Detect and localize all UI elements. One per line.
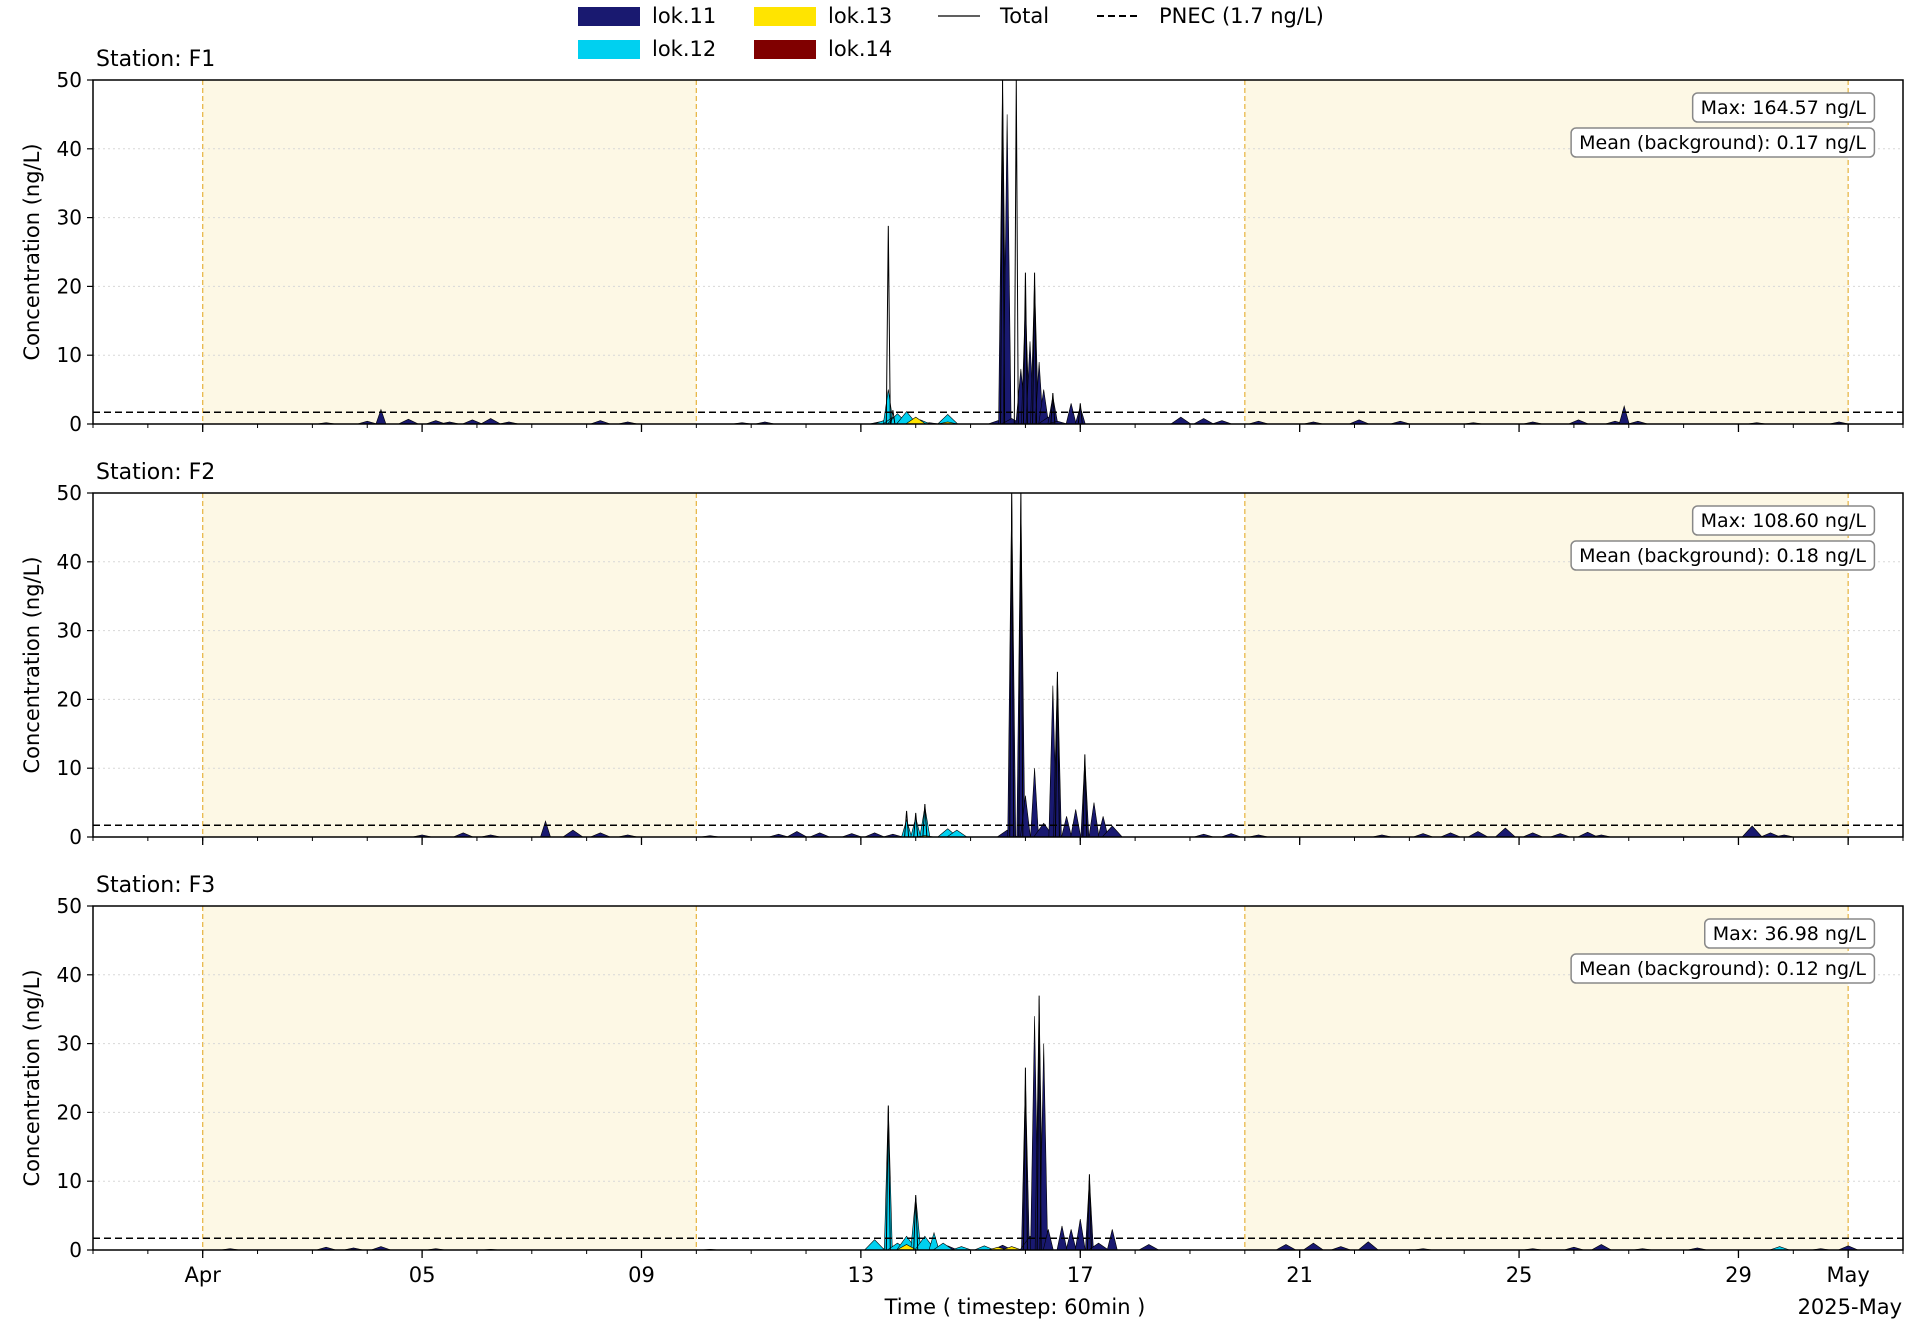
legend-item-lok14: lok.14 [754,37,892,61]
data-point-lok12 [864,1239,886,1250]
annotation-text: Mean (background): 0.18 ng/L [1579,545,1866,567]
legend-swatch [754,40,816,59]
legend-item-total: Total [938,4,1049,28]
legend-label: Total [999,4,1049,28]
panel-title: Station: F3 [96,873,215,898]
y-tick-label: 10 [57,343,82,367]
panel-title: Station: F2 [96,460,215,485]
data-point-lok11 [1065,1229,1077,1250]
x-offset-label: 2025-May [1798,1295,1902,1319]
legend-item-pnec: PNEC (1.7 ng/L) [1097,4,1324,28]
data-point-lok11 [1170,416,1192,424]
data-point-lok11 [1070,809,1082,837]
legend-label: lok.12 [652,37,716,61]
legend-swatch [578,40,640,59]
data-point-lok11 [1088,802,1100,837]
max-annotation: Max: 108.60 ng/L [1691,505,1876,536]
legend-label: lok.14 [828,37,892,61]
y-tick-label: 0 [69,825,82,849]
x-tick-label: 13 [848,1263,875,1287]
panel-title: Station: F1 [96,47,215,72]
y-tick-label: 40 [57,137,82,161]
y-tick-label: 20 [57,274,82,298]
y-tick-label: 10 [57,756,82,780]
x-tick-label: Apr [185,1263,222,1287]
legend-item-lok11: lok.11 [578,4,716,28]
data-point-lok11 [1065,403,1077,424]
y-tick-label: 0 [69,412,82,436]
y-tick-label: 40 [57,963,82,987]
data-point-lok11 [1074,1218,1086,1250]
y-tick-label: 30 [57,206,82,230]
legend-label: lok.13 [828,4,892,28]
y-tick-label: 10 [57,1169,82,1193]
chart-figure: lok.11 lok.12 lok.13 lok.14 Total PNEC (1.7 n… [20,4,1904,1319]
y-tick-label: 50 [57,894,82,918]
max-annotation: Max: 36.98 ng/L [1704,918,1876,949]
data-point-lok12 [901,818,912,837]
panel-2: 0 10 20 30 40 50 Station: F2 Concentration (ng/… [20,460,1904,849]
y-axis-label: Concentration (ng/L) [20,969,44,1186]
panel-1: 0 10 20 30 40 50 Station: F1 Concentration (ng/… [20,47,1904,436]
legend-swatch [578,7,640,26]
x-tick-label: 17 [1067,1263,1094,1287]
total-line-peak [1013,80,1019,424]
legend: lok.11 lok.12 lok.13 lok.14 Total PNEC (1.7 n… [578,4,1324,61]
shaded-period [202,906,697,1250]
data-point-lok11 [1193,418,1214,424]
shaded-period [202,493,697,837]
y-tick-label: 20 [57,687,82,711]
data-point-lok11 [1061,816,1072,837]
y-tick-label: 30 [57,1032,82,1056]
y-tick-label: 40 [57,550,82,574]
y-axis-label: Concentration (ng/L) [20,143,44,360]
annotation-text: Max: 108.60 ng/L [1701,510,1867,532]
x-tick-label: 25 [1506,1263,1533,1287]
annotation-text: Mean (background): 0.12 ng/L [1579,958,1866,980]
chart-panels: 0 10 20 30 40 50 Station: F1 Concentration (ng/… [20,47,1904,1287]
mean-annotation: Mean (background): 0.12 ng/L [1570,953,1876,984]
legend-item-lok13: lok.13 [754,4,892,28]
mean-annotation: Mean (background): 0.17 ng/L [1570,127,1876,158]
shaded-period [202,80,697,424]
mean-annotation: Mean (background): 0.18 ng/L [1570,540,1876,571]
x-tick-label: 05 [409,1263,436,1287]
annotation-text: Max: 164.57 ng/L [1701,97,1867,119]
legend-label: PNEC (1.7 ng/L) [1159,4,1324,28]
y-tick-label: 50 [57,481,82,505]
y-axis-label: Concentration (ng/L) [20,556,44,773]
data-point-lok11 [1074,405,1086,424]
legend-swatch [754,7,816,26]
y-tick-label: 20 [57,1100,82,1124]
data-point-lok11 [1138,1244,1159,1250]
y-tick-label: 30 [57,619,82,643]
legend-label: lok.11 [652,4,716,28]
data-point-lok11 [786,831,808,837]
x-tick-label: 09 [628,1263,655,1287]
panel-3: 0 10 20 30 40 50 Apr 05 09 13 17 21 25 29 May Station: … [20,873,1904,1287]
annotation-text: Max: 36.98 ng/L [1713,923,1867,945]
annotation-text: Mean (background): 0.17 ng/L [1579,132,1866,154]
data-point-lok12 [910,816,922,837]
x-tick-label: May [1826,1263,1869,1287]
x-tick-label: 29 [1725,1263,1752,1287]
max-annotation: Max: 164.57 ng/L [1691,92,1876,123]
data-point-lok11 [1106,1229,1118,1250]
x-axis-label: Time ( timestep: 60min ) [884,1295,1146,1319]
y-tick-label: 50 [57,68,82,92]
y-tick-label: 0 [69,1238,82,1262]
x-tick-label: 21 [1286,1263,1313,1287]
data-point-lok11 [1030,768,1039,837]
legend-item-lok12: lok.12 [578,37,716,61]
